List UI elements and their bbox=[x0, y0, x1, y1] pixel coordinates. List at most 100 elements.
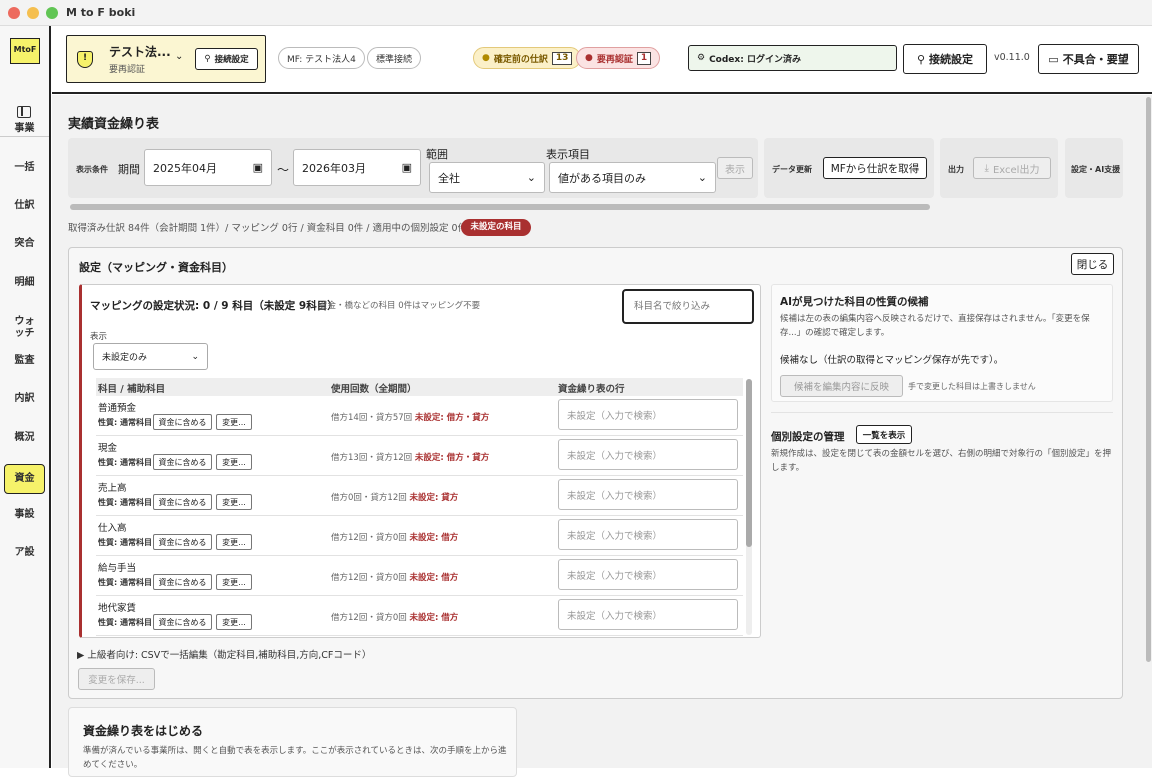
usage-count: 借方12回・貸方0回 未設定: 借方 bbox=[331, 613, 459, 623]
calendar-icon[interactable]: ▣ bbox=[253, 161, 263, 174]
change-property-button[interactable]: 変更... bbox=[216, 494, 252, 510]
settings-panel: 設定（マッピング・資金科目） 閉じる マッピングの設定状況: 0 / 9 科目（… bbox=[68, 247, 1123, 699]
codex-status[interactable]: ⚙ Codex: ログイン済み bbox=[688, 45, 897, 71]
nav-item-gaikyo[interactable]: 概況 bbox=[4, 432, 45, 444]
change-property-button[interactable]: 変更... bbox=[216, 414, 252, 430]
nav-item-ikkatsu[interactable]: 一括 bbox=[4, 162, 45, 174]
period-label: 期間 bbox=[118, 163, 140, 176]
display-filter-label: 表示 bbox=[90, 332, 108, 342]
change-property-button[interactable]: 変更... bbox=[216, 534, 252, 550]
chevron-down-icon: ⌄ bbox=[697, 171, 707, 184]
ai-support-section: 設定・AI支援 bbox=[1065, 138, 1123, 198]
zoom-window-button[interactable] bbox=[46, 7, 58, 19]
individual-settings-desc: 新規作成は、設定を閉じて表の金額セルを選び、右側の明細で対象行の「個別設定」を押… bbox=[771, 449, 1112, 473]
page-title: 実績資金繰り表 bbox=[68, 117, 160, 132]
excel-export-button[interactable]: ⤓ Excel出力 bbox=[973, 157, 1051, 179]
cf-row-input[interactable]: 未設定（入力で検索） bbox=[558, 479, 738, 510]
nav-item-watch[interactable]: ウォッチ bbox=[4, 316, 45, 340]
company-connect-button[interactable]: ⚲ 接続設定 bbox=[195, 48, 258, 70]
reauth-badge[interactable]: ● 要再認証 1 bbox=[576, 47, 661, 69]
top-bar: ! テスト法... 要再認証 ⌄ ⚲ 接続設定 MF: テスト法人4 標準接続 ●… bbox=[52, 26, 1152, 94]
account-filter-input[interactable] bbox=[622, 289, 754, 324]
include-in-cash-button[interactable]: 資金に含める bbox=[153, 574, 212, 590]
include-in-cash-button[interactable]: 資金に含める bbox=[153, 414, 212, 430]
scope-select[interactable]: 全社 ⌄ bbox=[429, 162, 545, 193]
individual-settings-title: 個別設定の管理 bbox=[771, 431, 845, 443]
account-name: 売上高 bbox=[98, 483, 127, 494]
pending-count: 13 bbox=[551, 51, 573, 65]
period-to-input[interactable]: 2026年03月 ▣ bbox=[293, 149, 421, 186]
nav-item-jigyo[interactable]: 事業 bbox=[4, 123, 45, 135]
chevron-down-icon[interactable]: ⌄ bbox=[175, 51, 183, 62]
cf-row-input[interactable]: 未設定（入力で検索） bbox=[558, 439, 738, 470]
show-button[interactable]: 表示 bbox=[717, 157, 753, 179]
mapping-box: マッピングの設定状況: 0 / 9 科目（未設定 9科目） 資金・橋などの科目 … bbox=[79, 284, 761, 638]
nav-item-jisetsu[interactable]: 事設 bbox=[4, 509, 45, 521]
connection-settings-button[interactable]: ⚲ 接続設定 bbox=[903, 44, 987, 74]
save-changes-button[interactable]: 変更を保存... bbox=[78, 668, 155, 690]
account-property: 性質: 通常科目 bbox=[98, 618, 152, 627]
include-in-cash-button[interactable]: 資金に含める bbox=[153, 494, 212, 510]
cf-row-input[interactable]: 未設定（入力で検索） bbox=[558, 559, 738, 590]
account-property: 性質: 通常科目 bbox=[98, 418, 152, 427]
usage-count: 借方12回・貸方0回 未設定: 借方 bbox=[331, 533, 459, 543]
pending-journal-badge[interactable]: ● 確定前の仕訳 13 bbox=[473, 47, 582, 69]
close-window-button[interactable] bbox=[8, 7, 20, 19]
nav-item-asetsu[interactable]: ア設 bbox=[4, 547, 45, 559]
unset-direction: 未設定: 貸方 bbox=[409, 493, 459, 503]
unset-direction: 未設定: 借方・貸方 bbox=[414, 453, 490, 463]
chip-icon: ⚙ bbox=[697, 53, 706, 63]
account-property: 性質: 通常科目 bbox=[98, 578, 152, 587]
include-in-cash-button[interactable]: 資金に含める bbox=[153, 614, 212, 630]
unset-direction: 未設定: 借方 bbox=[409, 533, 459, 543]
calendar-icon[interactable]: ▣ bbox=[402, 161, 412, 174]
minimize-window-button[interactable] bbox=[27, 7, 39, 19]
data-update-section: データ更新 MFから仕訳を取得 bbox=[764, 138, 934, 198]
nav-item-totsugo[interactable]: 突合 bbox=[4, 238, 45, 250]
cf-row-input[interactable]: 未設定（入力で検索） bbox=[558, 399, 738, 430]
change-property-button[interactable]: 変更... bbox=[216, 574, 252, 590]
unset-accounts-badge[interactable]: 未設定の科目 bbox=[461, 219, 531, 236]
account-name: 給与手当 bbox=[98, 563, 137, 574]
fetch-journals-button[interactable]: MFから仕訳を取得 bbox=[823, 157, 927, 179]
mapping-row: 現金 性質: 通常科目 資金に含める 変更... 借方13回・貸方12回 未設定: 借方… bbox=[96, 436, 743, 476]
change-property-button[interactable]: 変更... bbox=[216, 454, 252, 470]
show-list-button[interactable]: 一覧を表示 bbox=[856, 425, 912, 444]
display-items-select[interactable]: 値がある項目のみ ⌄ bbox=[549, 162, 716, 193]
cf-row-input[interactable]: 未設定（入力で検索） bbox=[558, 599, 738, 630]
sidebar: MtoF 事業 一括 仕訳 突合 明細 ウォッチ 監査 内訳 概況 資金 事設 … bbox=[0, 26, 51, 768]
nav-item-uchiwake[interactable]: 内訳 bbox=[4, 393, 45, 405]
output-section: 出力 ⤓ Excel出力 bbox=[940, 138, 1058, 198]
table-scrollbar[interactable] bbox=[746, 379, 752, 635]
col-account: 科目 / 補助科目 bbox=[98, 384, 166, 395]
nav-item-kansa[interactable]: 監査 bbox=[4, 355, 45, 367]
cf-row-input[interactable]: 未設定（入力で検索） bbox=[558, 519, 738, 550]
ai-support-label[interactable]: 設定・AI支援 bbox=[1071, 164, 1120, 175]
main-content: 実績資金繰り表 表示条件 期間 2025年04月 ▣ 〜 2026年03月 ▣ 範囲… bbox=[52, 95, 1144, 777]
nav-item-shiwake[interactable]: 仕訳 bbox=[4, 200, 45, 212]
close-settings-button[interactable]: 閉じる bbox=[1071, 253, 1114, 275]
apply-candidates-button[interactable]: 候補を編集内容に反映 bbox=[780, 375, 903, 397]
getting-started-title: 資金繰り表をはじめる bbox=[83, 724, 204, 738]
ai-title: AIが見つけた科目の性質の候補 bbox=[780, 296, 929, 308]
change-property-button[interactable]: 変更... bbox=[216, 614, 252, 630]
period-from-input[interactable]: 2025年04月 ▣ bbox=[144, 149, 272, 186]
nav-item-shikin[interactable]: 資金 bbox=[4, 464, 45, 494]
account-name: 地代家賃 bbox=[98, 603, 137, 614]
app-logo: MtoF bbox=[10, 38, 40, 64]
chevron-down-icon: ⌄ bbox=[191, 351, 199, 362]
ai-suggestions: AIが見つけた科目の性質の候補 候補は左の表の編集内容へ反映されるだけで、直接保… bbox=[771, 284, 1113, 402]
include-in-cash-button[interactable]: 資金に含める bbox=[153, 534, 212, 550]
ai-description: 候補は左の表の編集内容へ反映されるだけで、直接保存はされません。「変更を保存..… bbox=[780, 314, 1090, 338]
csv-edit-toggle[interactable]: ▶ 上級者向け: CSVで一括編集（勘定科目,補助科目,方向,CFコード） bbox=[77, 647, 371, 661]
feedback-button[interactable]: ▭ 不具合・要望 bbox=[1038, 44, 1139, 74]
display-filter-select[interactable]: 未設定のみ ⌄ bbox=[93, 343, 208, 370]
include-in-cash-button[interactable]: 資金に含める bbox=[153, 454, 212, 470]
mapping-note: 資金・橋などの科目 0件はマッピング不要 bbox=[319, 301, 481, 311]
nav-item-meisai[interactable]: 明細 bbox=[4, 277, 45, 289]
mapping-table-header: 科目 / 補助科目 使用回数（全期間） 資金繰り表の行 bbox=[96, 378, 743, 396]
page-scrollbar[interactable] bbox=[1144, 95, 1152, 768]
horizontal-scrollbar[interactable] bbox=[70, 204, 930, 210]
company-selector[interactable]: ! テスト法... 要再認証 ⌄ ⚲ 接続設定 bbox=[66, 35, 266, 83]
sidebar-toggle-icon[interactable] bbox=[17, 106, 31, 118]
